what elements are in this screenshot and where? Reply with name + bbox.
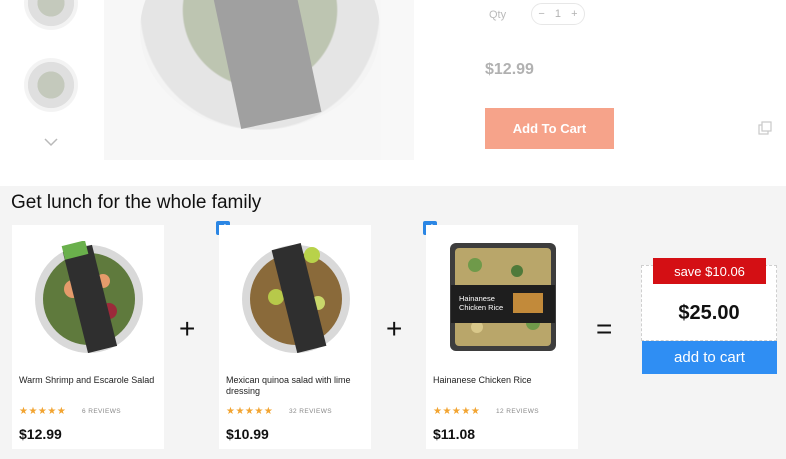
product-price: $11.08 <box>433 426 476 442</box>
qty-plus-button[interactable]: + <box>568 8 580 20</box>
plus-operator: + <box>386 313 403 344</box>
add-to-cart-button[interactable]: Add To Cart <box>485 108 614 149</box>
review-count[interactable]: 12 REVIEWS <box>496 408 539 415</box>
product-name[interactable]: Hainanese Chicken Rice <box>433 375 573 386</box>
review-count[interactable]: 32 REVIEWS <box>289 408 332 415</box>
bundle-title: Get lunch for the whole family <box>11 192 262 213</box>
save-badge: save $10.06 <box>653 258 766 284</box>
bundle-total-price: $25.00 <box>678 302 740 324</box>
product-price: $12.99 <box>19 426 62 442</box>
bundle-product-card[interactable]: Warm Shrimp and Escarole Salad ★★★★★ 6 R… <box>12 225 164 449</box>
product-image[interactable]: Hainanese Chicken Rice <box>447 241 559 353</box>
bundle-product-card[interactable]: Mexican quinoa salad with lime dressing … <box>219 225 371 449</box>
product-image[interactable] <box>240 241 352 353</box>
quantity-stepper[interactable]: − 1 + <box>531 3 585 25</box>
bundle-add-to-cart-button[interactable]: add to cart <box>642 341 777 374</box>
svg-text:Hainanese: Hainanese <box>459 294 495 303</box>
qty-minus-button[interactable]: − <box>536 8 548 20</box>
product-name[interactable]: Warm Shrimp and Escarole Salad <box>19 375 159 386</box>
bundle-product-card[interactable]: Hainanese Chicken Rice Hainanese Chicken… <box>426 225 578 449</box>
star-rating: ★★★★★ <box>433 406 481 417</box>
gallery-thumbnail[interactable] <box>24 0 78 30</box>
equals-operator: = <box>596 313 613 344</box>
product-price: $12.99 <box>485 61 534 78</box>
qty-value[interactable]: 1 <box>555 8 561 20</box>
chevron-down-icon[interactable] <box>42 136 60 148</box>
qty-label: Qty <box>489 9 507 21</box>
product-price: $10.99 <box>226 426 269 442</box>
copy-icon[interactable] <box>758 121 772 135</box>
star-rating: ★★★★★ <box>226 406 274 417</box>
star-rating: ★★★★★ <box>19 406 67 417</box>
svg-text:Chicken Rice: Chicken Rice <box>459 303 503 312</box>
product-image[interactable] <box>33 241 145 353</box>
product-hero-image <box>104 0 414 160</box>
review-count[interactable]: 6 REVIEWS <box>82 408 121 415</box>
plus-operator: + <box>179 313 196 344</box>
product-detail-section: Qty − 1 + $12.99 Add To Cart <box>0 0 786 186</box>
gallery-thumbnail[interactable] <box>24 58 78 112</box>
product-name[interactable]: Mexican quinoa salad with lime dressing <box>226 375 366 397</box>
